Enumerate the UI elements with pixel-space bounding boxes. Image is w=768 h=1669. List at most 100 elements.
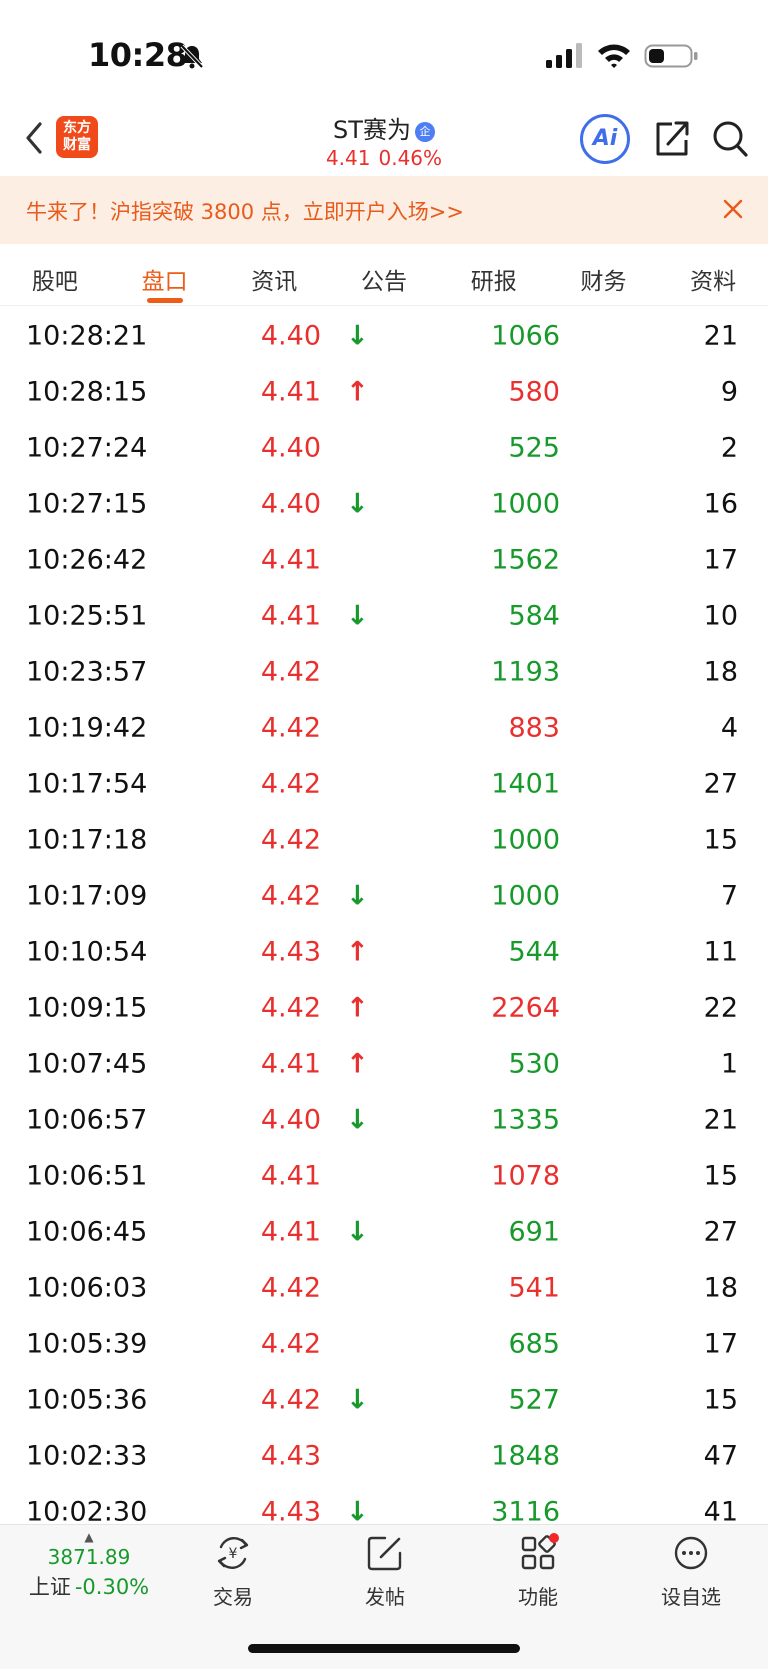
- trade-direction-arrow: ↓: [346, 1104, 369, 1136]
- trade-volume: 541: [508, 1272, 560, 1304]
- table-row: 10:17:18 4.42 1000 15: [0, 812, 768, 868]
- post-icon: [367, 1536, 402, 1571]
- tab-2[interactable]: 资讯: [219, 244, 329, 305]
- trade-price: 4.41: [260, 1048, 321, 1080]
- more-icon: [674, 1536, 708, 1570]
- trade-time: 10:05:39: [26, 1328, 148, 1360]
- trade-volume: 685: [508, 1328, 560, 1360]
- trade-count: 15: [703, 1160, 738, 1192]
- trade-volume: 1000: [491, 880, 560, 912]
- trade-price: 4.42: [260, 992, 321, 1024]
- tab-1[interactable]: 盘口: [110, 244, 220, 305]
- nav-trade-label: 交易: [213, 1585, 253, 1609]
- promo-banner[interactable]: 牛来了！沪指突破 3800 点，立即开户入场>>: [0, 176, 768, 244]
- tab-3[interactable]: 公告: [329, 244, 439, 305]
- table-row: 10:05:39 4.42 685 17: [0, 1316, 768, 1372]
- promo-text[interactable]: 牛来了！沪指突破 3800 点，立即开户入场>>: [26, 196, 464, 226]
- trade-price: 4.41: [260, 1160, 321, 1192]
- trade-volume: 1562: [491, 544, 560, 576]
- trade-volume: 525: [508, 432, 560, 464]
- trade-time: 10:28:21: [26, 320, 148, 352]
- trade-direction-arrow: ↓: [346, 320, 369, 352]
- trade-detail-list[interactable]: 10:28:21 4.40 ↓ 1066 21 10:28:15 4.41 ↑ 580 9 10:2…: [0, 308, 768, 1525]
- table-row: 10:02:33 4.43 1848 47: [0, 1428, 768, 1484]
- trade-volume: 580: [508, 376, 560, 408]
- trade-price: 4.42: [260, 1328, 321, 1360]
- trade-count: 21: [703, 320, 738, 352]
- trade-time: 10:17:54: [26, 768, 148, 800]
- trade-count: 22: [703, 992, 738, 1024]
- trade-time: 10:25:51: [26, 600, 148, 632]
- trade-price: 4.43: [260, 1440, 321, 1472]
- svg-text:¥: ¥: [229, 1546, 238, 1562]
- trade-count: 16: [703, 488, 738, 520]
- trade-direction-arrow: ↓: [346, 600, 369, 632]
- table-row: 10:06:45 4.41 ↓ 691 27: [0, 1204, 768, 1260]
- index-line: 上证 -0.30%: [24, 1571, 154, 1601]
- stock-name: ST赛为: [333, 116, 411, 144]
- trade-price: 4.43: [260, 936, 321, 968]
- home-indicator[interactable]: [248, 1644, 520, 1653]
- trade-count: 27: [703, 768, 738, 800]
- table-row: 10:06:51 4.41 1078 15: [0, 1148, 768, 1204]
- trade-time: 10:09:15: [26, 992, 148, 1024]
- trade-time: 10:28:15: [26, 376, 148, 408]
- tab-6[interactable]: 资料: [658, 244, 768, 305]
- tab-0[interactable]: 股吧: [0, 244, 110, 305]
- trade-time: 10:06:57: [26, 1104, 148, 1136]
- trade-volume: 883: [508, 712, 560, 744]
- trade-price: 4.42: [260, 656, 321, 688]
- index-ticker[interactable]: ▲ 3871.89 上证 -0.30%: [24, 1531, 154, 1601]
- trade-price: 4.41: [260, 600, 321, 632]
- nav-function-button[interactable]: 功能: [483, 1533, 593, 1610]
- trade-time: 10:27:15: [26, 488, 148, 520]
- trade-price: 4.41: [260, 376, 321, 408]
- trade-price: 4.40: [260, 488, 321, 520]
- trade-time: 10:07:45: [26, 1048, 148, 1080]
- battery-icon: [644, 44, 698, 68]
- trade-price: 4.41: [260, 1216, 321, 1248]
- index-name: 上证: [28, 1575, 71, 1599]
- wifi-icon: [598, 44, 630, 68]
- trade-volume: 530: [508, 1048, 560, 1080]
- share-icon[interactable]: [652, 116, 692, 160]
- trade-count: 11: [703, 936, 738, 968]
- trade-time: 10:19:42: [26, 712, 148, 744]
- trade-time: 10:10:54: [26, 936, 148, 968]
- notification-dot: [549, 1533, 559, 1543]
- trade-time: 10:17:09: [26, 880, 148, 912]
- nav-post-button[interactable]: 发帖: [330, 1533, 440, 1610]
- enterprise-badge-icon: 企: [414, 122, 435, 142]
- trade-count: 7: [720, 880, 738, 912]
- trade-price: 4.42: [260, 1384, 321, 1416]
- trade-count: 27: [703, 1216, 738, 1248]
- trade-price: 4.40: [260, 432, 321, 464]
- trade-count: 4: [720, 712, 738, 744]
- index-value: 3871.89: [47, 1545, 131, 1569]
- table-row: 10:02:30 4.43 ↓ 3116 41: [0, 1484, 768, 1525]
- trade-count: 10: [703, 600, 738, 632]
- ai-assistant-button[interactable]: Ai: [580, 114, 630, 164]
- table-row: 10:27:24 4.40 525 2: [0, 420, 768, 476]
- trade-count: 18: [703, 1272, 738, 1304]
- nav-trade-button[interactable]: ¥ 交易: [178, 1533, 288, 1610]
- trade-count: 1: [720, 1048, 738, 1080]
- table-row: 10:06:57 4.40 ↓ 1335 21: [0, 1092, 768, 1148]
- trade-direction-arrow: ↓: [346, 1216, 369, 1248]
- trade-time: 10:23:57: [26, 656, 148, 688]
- trade-count: 17: [703, 544, 738, 576]
- trade-volume: 1000: [491, 824, 560, 856]
- trade-price: 4.40: [260, 1104, 321, 1136]
- tab-5[interactable]: 财务: [549, 244, 659, 305]
- trade-time: 10:06:45: [26, 1216, 148, 1248]
- trade-direction-arrow: ↑: [346, 992, 369, 1024]
- trade-price: 4.42: [260, 768, 321, 800]
- tab-4[interactable]: 研报: [439, 244, 549, 305]
- nav-add-watchlist-button[interactable]: 设自选: [636, 1533, 746, 1610]
- table-row: 10:26:42 4.41 1562 17: [0, 532, 768, 588]
- trade-time: 10:06:03: [26, 1272, 148, 1304]
- close-icon[interactable]: [720, 196, 746, 222]
- table-row: 10:19:42 4.42 883 4: [0, 700, 768, 756]
- search-icon[interactable]: [710, 116, 750, 160]
- trade-volume: 527: [508, 1384, 560, 1416]
